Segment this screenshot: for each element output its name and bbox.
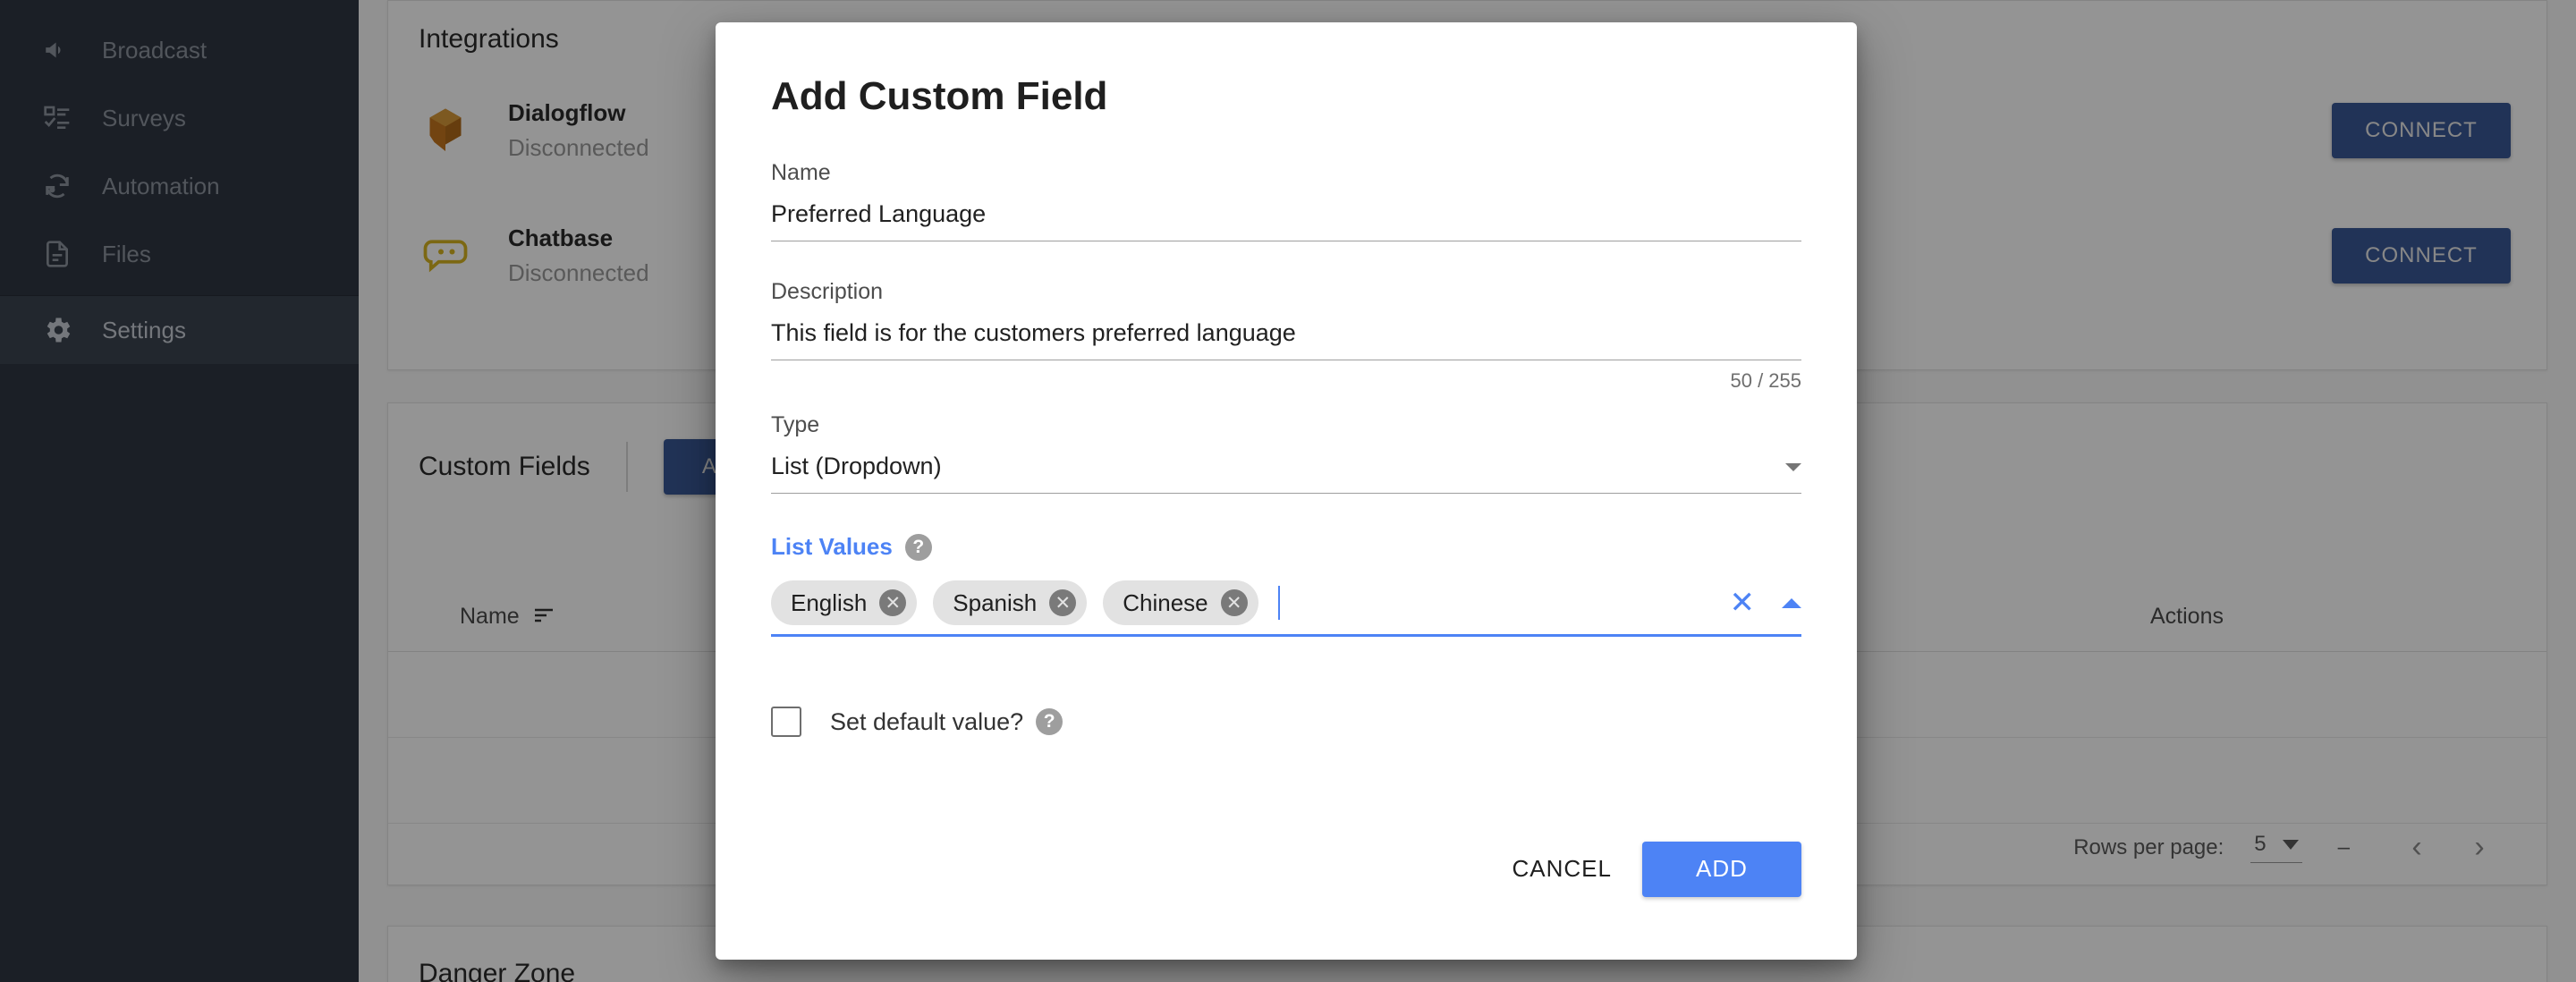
description-field-group: Description This field is for the custom… [771,279,1801,393]
description-input[interactable]: This field is for the customers preferre… [771,319,1801,360]
name-input[interactable]: Preferred Language [771,200,1801,241]
set-default-value-row[interactable]: Set default value? ? [771,707,1801,737]
chevron-down-icon [1785,463,1801,471]
text-cursor [1277,586,1280,620]
dialog-title: Add Custom Field [771,74,1108,118]
type-field-group: Type List (Dropdown) [771,412,1801,494]
list-item[interactable]: Chinese ✕ [1103,580,1258,625]
close-icon[interactable]: ✕ [1220,589,1248,616]
list-values-group: List Values ? English ✕ Spanish ✕ Chines… [771,533,1801,637]
close-icon[interactable]: ✕ [1049,589,1077,616]
description-char-count: 50 / 255 [1730,369,1801,392]
chip-label: English [791,588,868,616]
close-icon[interactable]: ✕ [879,589,907,616]
chip-label: Chinese [1123,588,1208,616]
list-values-chips: English ✕ Spanish ✕ Chinese ✕ [771,580,1730,625]
type-label: Type [771,412,820,437]
clear-icon[interactable]: ✕ [1730,588,1756,618]
help-icon[interactable]: ? [904,533,932,561]
chevron-up-icon[interactable] [1782,597,1801,608]
help-icon[interactable]: ? [1036,708,1063,735]
type-select-value: List (Dropdown) [771,453,942,479]
description-label: Description [771,279,884,304]
set-default-value-checkbox[interactable] [771,707,801,737]
chip-label: Spanish [953,588,1038,616]
list-values-input[interactable]: English ✕ Spanish ✕ Chinese ✕ ✕ [771,580,1801,637]
dialog-actions: CANCEL ADD [1482,839,1801,899]
list-item[interactable]: Spanish ✕ [933,580,1088,625]
type-select[interactable]: List (Dropdown) [771,453,1801,494]
add-button[interactable]: ADD [1642,841,1801,897]
set-default-value-label: Set default value? ? [830,708,1063,736]
app-root: Broadcast Surveys Automation Files Setti… [0,0,2576,982]
list-values-label: List Values ? [771,533,1801,561]
name-field-group: Name Preferred Language [771,160,1801,241]
list-item[interactable]: English ✕ [771,580,918,625]
name-label: Name [771,160,831,185]
add-custom-field-dialog: Add Custom Field Name Preferred Language… [716,22,1857,960]
cancel-button[interactable]: CANCEL [1482,839,1642,899]
